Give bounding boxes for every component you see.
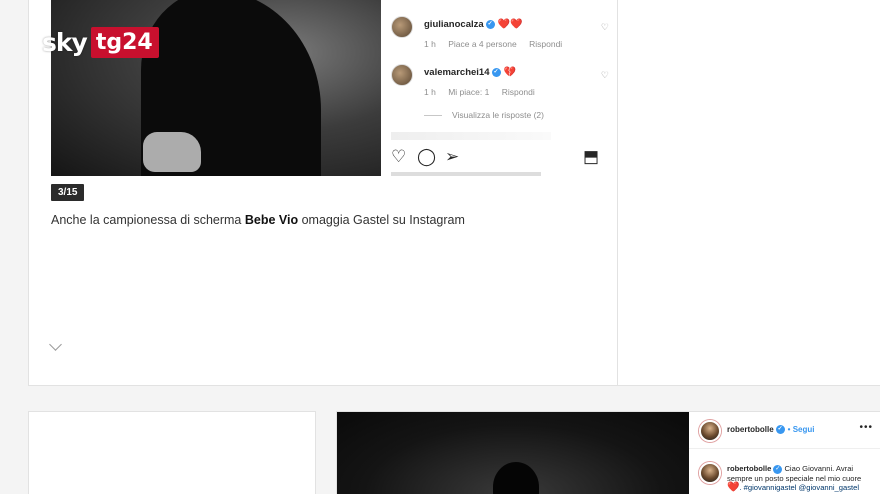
comment-item: giulianocalza ✓ ❤️❤️ 1 h Piace a 4 persone…: [391, 14, 609, 54]
comment-icon[interactable]: ◯: [417, 146, 436, 168]
caption-bold: Bebe Vio: [244, 213, 299, 227]
photo-figure: [493, 462, 539, 494]
avatar[interactable]: [391, 16, 413, 38]
caption-username[interactable]: robertobolle: [727, 464, 771, 473]
comment-time: 1 h: [424, 87, 436, 97]
comment-meta: 1 h Piace a 4 persone Rispondi: [424, 39, 572, 49]
comment-emoji: 💔: [503, 67, 516, 78]
avatar[interactable]: [699, 420, 721, 442]
gallery-counter: 3/15: [51, 184, 85, 201]
bookmark-icon[interactable]: ⬒: [583, 146, 599, 168]
skytg24-logo: sky tg24: [40, 27, 159, 58]
verified-icon: ✓: [491, 67, 501, 77]
share-icon[interactable]: ➢: [445, 146, 459, 168]
comment-likes[interactable]: Piace a 4 persone: [448, 39, 517, 49]
post-username[interactable]: robertobolle: [727, 425, 774, 434]
comment-username[interactable]: giulianocalza: [424, 19, 484, 30]
comment-like-icon[interactable]: ♡: [601, 22, 609, 33]
divider: [689, 448, 880, 449]
comment-header: valemarchei14 ✓ 💔: [424, 67, 516, 78]
verified-icon: ✓: [775, 425, 785, 435]
view-replies-link[interactable]: Visualizza le risposte (2): [424, 110, 544, 120]
post-caption: robertobolle ✓ Ciao Giovanni. Avrai sempr…: [727, 464, 877, 493]
logo-sky: sky: [42, 28, 88, 57]
next-gallery-card: robertobolle ✓ • Segui ••• robertobolle ✓ C…: [336, 411, 880, 494]
comment-likes[interactable]: Mi piace: 1: [448, 87, 489, 97]
action-bar: ♡ ◯ ➢ ⬒: [391, 146, 605, 168]
post-header: robertobolle ✓ • Segui: [727, 425, 815, 435]
verified-icon: ✓: [485, 19, 495, 29]
avatar[interactable]: [391, 64, 413, 86]
gallery-photo[interactable]: [337, 412, 689, 494]
heart-icon[interactable]: ♡: [391, 146, 406, 168]
follow-button[interactable]: • Segui: [788, 425, 815, 434]
comment-item: valemarchei14 ✓ 💔 1 h Mi piace: 1 Rispondi…: [391, 62, 609, 102]
caption-emoji: ❤️: [727, 482, 740, 493]
faded-comment: [391, 132, 551, 140]
verified-icon: ✓: [773, 464, 783, 474]
comment-like-icon[interactable]: ♡: [601, 70, 609, 81]
faded-likes: [391, 172, 541, 176]
instagram-embed: robertobolle ✓ • Segui ••• robertobolle ✓ C…: [689, 412, 880, 494]
comment-emoji: ❤️❤️: [497, 19, 523, 30]
comment-meta: 1 h Mi piace: 1 Rispondi: [424, 87, 545, 97]
comment-username[interactable]: valemarchei14: [424, 67, 490, 78]
logo-tg24: tg24: [90, 27, 159, 58]
page: giulianocalza ✓ ❤️❤️ 1 h Piace a 4 persone…: [0, 0, 880, 494]
sidebar-card: [617, 0, 880, 386]
comment-time: 1 h: [424, 39, 436, 49]
chevron-down-icon[interactable]: [49, 340, 63, 354]
instagram-embed: giulianocalza ✓ ❤️❤️ 1 h Piace a 4 persone…: [381, 0, 613, 176]
comment-header: giulianocalza ✓ ❤️❤️: [424, 19, 523, 30]
photo-hands: [143, 132, 201, 172]
reply-link[interactable]: Rispondi: [529, 39, 562, 49]
caption-text: omaggia Gastel su Instagram: [298, 213, 465, 227]
gallery-caption: Anche la campionessa di scherma Bebe Vio…: [51, 213, 465, 227]
reply-link[interactable]: Rispondi: [502, 87, 535, 97]
next-card: [28, 411, 316, 494]
caption-tags[interactable]: . #giovannigastel @giovanni_gastel: [739, 483, 859, 492]
more-icon[interactable]: •••: [859, 422, 873, 433]
caption-text: Anche la campionessa di scherma: [51, 213, 245, 227]
avatar[interactable]: [699, 462, 721, 484]
